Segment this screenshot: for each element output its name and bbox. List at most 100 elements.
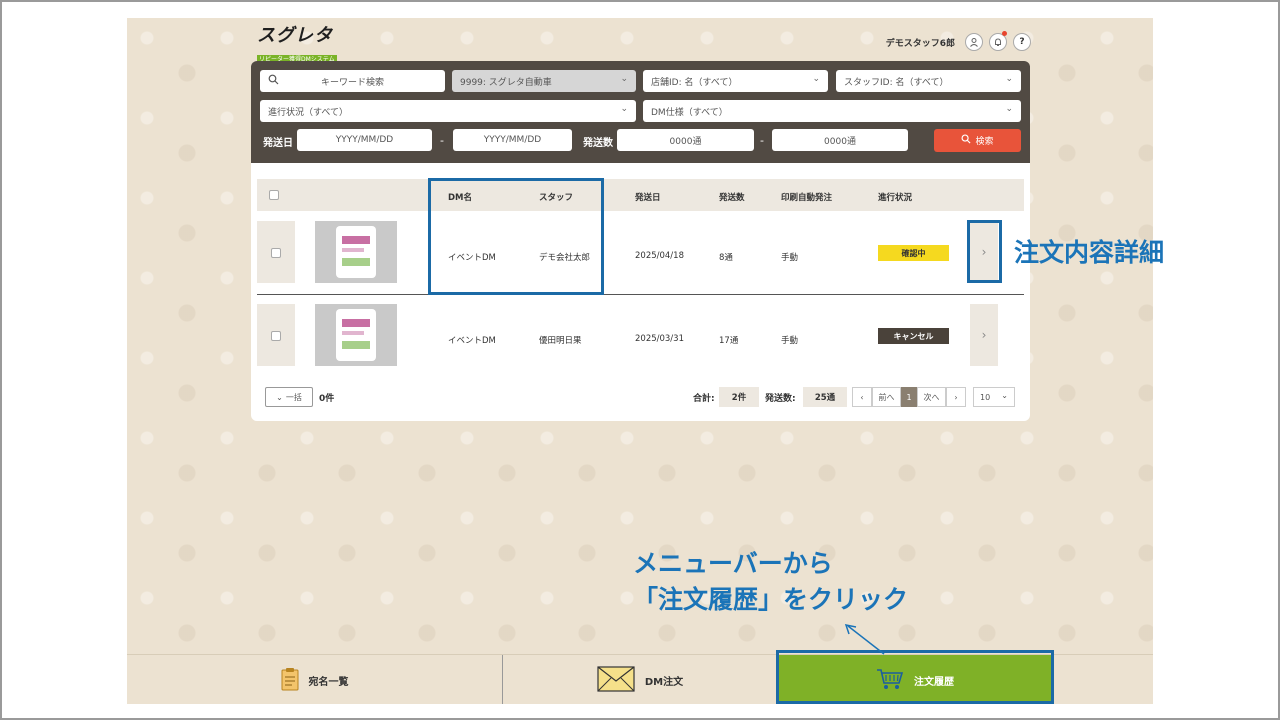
cell-send-count: 8通 [719, 253, 733, 263]
nav-recipient-list[interactable]: 宛名一覧 [127, 655, 502, 704]
header-send-date: 発送日 [635, 193, 661, 203]
send-count-label: 発送数 [583, 138, 613, 149]
total-value: 2件 [719, 387, 759, 407]
chevron-down-icon: ⌄ [1001, 391, 1008, 400]
annotation-order-detail: 注文内容詳細 [1014, 238, 1165, 267]
cell-auto-order: 手動 [781, 336, 799, 346]
search-button-label: 検索 [975, 137, 994, 147]
sent-value: 25通 [803, 387, 847, 407]
order-history-highlight-box [776, 650, 1054, 704]
row-checkbox-cell [257, 304, 295, 366]
table-row[interactable]: イベントDM デモ会社太郎 2025/04/18 8通 手動 確認中 › [257, 215, 1024, 283]
per-page-select[interactable]: 10 ⌄ [973, 387, 1015, 407]
dm-thumbnail-image [336, 226, 376, 278]
annotation-instruction-line1: メニューバーから [633, 549, 833, 578]
header-send-count: 発送数 [719, 193, 745, 203]
count-range-dash: - [760, 134, 764, 147]
envelope-icon [597, 665, 635, 695]
count-from-input[interactable]: 0000通 [617, 129, 754, 151]
count-to-input[interactable]: 0000通 [772, 129, 908, 151]
table-row[interactable]: イベントDM 優田明日果 2025/03/31 17通 手動 キャンセル › [257, 298, 1024, 366]
bulk-action-button[interactable]: ⌄ 一括 [265, 387, 313, 407]
bell-icon[interactable] [989, 31, 1007, 51]
store-select[interactable]: 店舗ID: 名（すべて） ⌄ [643, 70, 828, 92]
status-badge: キャンセル [878, 328, 949, 344]
cell-send-date: 2025/04/18 [635, 251, 684, 261]
per-page-value: 10 [980, 392, 991, 402]
count-to-placeholder: 0000通 [824, 136, 856, 147]
keyword-placeholder: キーワード検索 [320, 77, 384, 88]
search-icon [268, 74, 279, 88]
store-select-value: 店舗ID: 名（すべて） [651, 77, 738, 88]
cell-dm-name: イベントDM [448, 336, 496, 346]
header-auto-order: 印刷自動発注 [781, 193, 833, 203]
search-icon [961, 134, 971, 147]
annotation-instruction-line2: 「注文履歴」をクリック [633, 585, 909, 614]
dm-spec-select-value: DM仕様（すべて） [651, 107, 728, 118]
row-divider [257, 294, 1024, 295]
row-checkbox[interactable] [271, 331, 281, 341]
detail-button-highlight-box [967, 220, 1002, 283]
pager-prev-button[interactable]: 前へ [872, 387, 901, 407]
table-header: DM名 スタッフ 発送日 発送数 印刷自動発注 進行状況 [257, 179, 1024, 211]
help-icon[interactable]: ? [1013, 33, 1031, 51]
date-to-input[interactable]: YYYY/MM/DD [453, 129, 572, 151]
user-name: デモスタッフ6郎 [885, 38, 955, 49]
date-from-placeholder: YYYY/MM/DD [335, 135, 394, 145]
search-panel: キーワード検索 9999: スグレタ自動車 ⌄ 店舗ID: 名（すべて） ⌄ ス… [251, 61, 1030, 179]
row-checkbox-cell [257, 221, 295, 283]
nav-recipient-list-label: 宛名一覧 [308, 676, 349, 688]
cell-send-date: 2025/03/31 [635, 334, 684, 344]
pager-last-button[interactable]: › [946, 387, 966, 407]
clipboard-icon [281, 667, 299, 694]
app-logo[interactable]: スグレタ リピーター獲得DMシステム [257, 25, 337, 64]
progress-select-value: 進行状況（すべて） [268, 107, 349, 118]
header-progress: 進行状況 [878, 193, 913, 203]
total-label: 合計: [693, 394, 715, 404]
staff-select[interactable]: スタッフID: 名（すべて） ⌄ [836, 70, 1021, 92]
notification-dot [1002, 31, 1007, 36]
chevron-right-icon: › [981, 328, 987, 342]
row-checkbox[interactable] [271, 248, 281, 258]
user-icon[interactable] [965, 33, 983, 51]
status-badge: 確認中 [878, 245, 949, 261]
date-range-dash: - [440, 134, 444, 147]
pager-first-button[interactable]: ‹ [852, 387, 872, 407]
selected-count: 0件 [319, 394, 335, 404]
chevron-down-icon: ⌄ [620, 74, 628, 84]
pagination-bar: ⌄ 一括 0件 合計: 2件 発送数: 25通 ‹ 前へ 1 次へ › 10 ⌄ [251, 387, 1030, 411]
dm-thumbnail[interactable] [315, 304, 397, 366]
select-all-checkbox[interactable] [269, 190, 279, 200]
dm-thumbnail-image [336, 309, 376, 361]
dm-spec-select[interactable]: DM仕様（すべて） ⌄ [643, 100, 1021, 122]
nav-dm-order[interactable]: DM注文 [503, 655, 777, 704]
search-button[interactable]: 検索 [934, 129, 1021, 152]
annotation-instruction: メニューバーから 「注文履歴」をクリック [633, 546, 908, 618]
dm-staff-highlight-box [428, 178, 604, 295]
logo-main-text: スグレタ [257, 25, 333, 46]
send-date-label: 発送日 [263, 138, 293, 149]
date-to-placeholder: YYYY/MM/DD [483, 135, 542, 145]
cell-send-count: 17通 [719, 336, 739, 346]
order-detail-button[interactable]: › [970, 304, 998, 366]
dm-thumbnail[interactable] [315, 221, 397, 283]
chevron-down-icon: ⌄ [1005, 74, 1013, 84]
chevron-down-icon: ⌄ [620, 104, 628, 114]
count-from-placeholder: 0000通 [669, 136, 702, 147]
progress-select[interactable]: 進行状況（すべて） ⌄ [260, 100, 636, 122]
keyword-search-input[interactable]: キーワード検索 [260, 70, 445, 92]
chevron-down-icon: ⌄ [1005, 104, 1013, 114]
chevron-down-icon: ⌄ [276, 392, 283, 402]
company-select: 9999: スグレタ自動車 ⌄ [452, 70, 636, 92]
date-from-input[interactable]: YYYY/MM/DD [297, 129, 432, 151]
annotation-arrow [844, 624, 885, 655]
results-panel: DM名 スタッフ 発送日 発送数 印刷自動発注 進行状況 イベントDM デモ会社… [251, 163, 1030, 421]
chevron-down-icon: ⌄ [812, 74, 820, 84]
sent-label: 発送数: [765, 394, 796, 404]
staff-select-value: スタッフID: 名（すべて） [844, 77, 949, 88]
pager-next-button[interactable]: 次へ [917, 387, 946, 407]
company-select-value: 9999: スグレタ自動車 [460, 77, 552, 88]
cell-auto-order: 手動 [781, 253, 799, 263]
pager-current-page[interactable]: 1 [901, 387, 917, 407]
cell-staff: 優田明日果 [539, 336, 582, 346]
